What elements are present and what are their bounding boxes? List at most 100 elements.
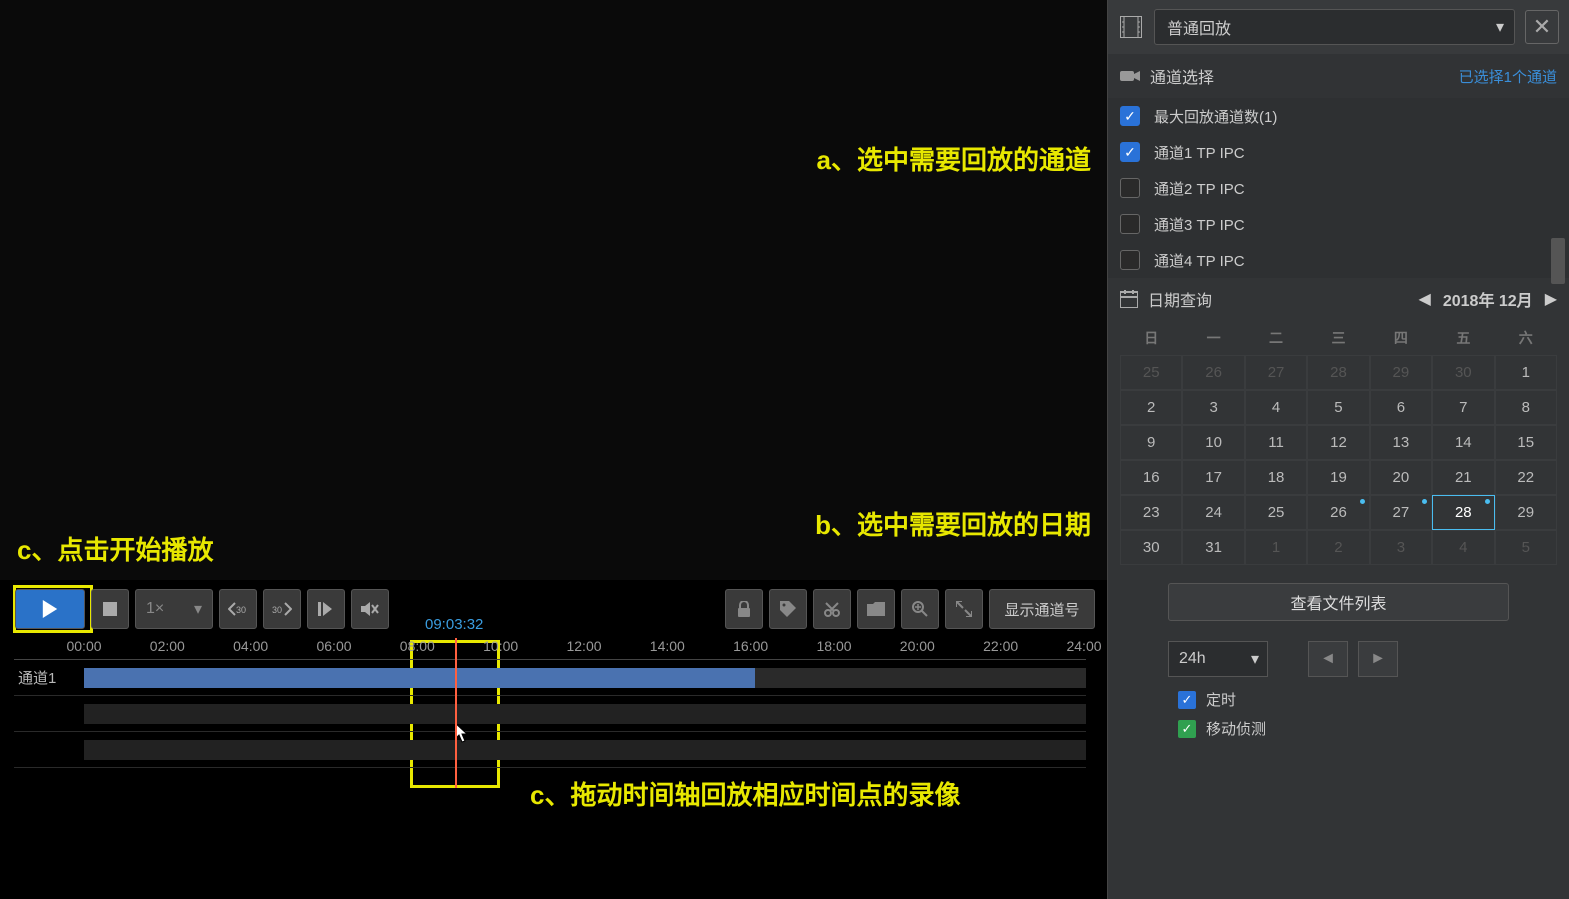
fwd30-button[interactable]: 30 [263, 589, 301, 629]
step-icon [318, 602, 334, 616]
calendar-day[interactable]: 24 [1182, 495, 1244, 530]
calendar-day[interactable]: 8 [1495, 390, 1557, 425]
calendar-day[interactable]: 21 [1432, 460, 1494, 495]
calendar: 日一二三四五六 25262728293012345678910111213141… [1120, 320, 1557, 565]
calendar-day[interactable]: 30 [1432, 355, 1494, 390]
checkbox[interactable] [1120, 178, 1140, 198]
checkbox[interactable] [1120, 214, 1140, 234]
calendar-day[interactable]: 3 [1182, 390, 1244, 425]
channel-item[interactable]: 通道2 TP IPC [1108, 170, 1569, 206]
folder-icon [867, 602, 885, 616]
range-row: 24h ▾ ◄ ► [1168, 641, 1509, 677]
channel-section-title: 通道选择 [1150, 64, 1214, 88]
calendar-day[interactable]: 10 [1182, 425, 1244, 460]
calendar-day[interactable]: 1 [1495, 355, 1557, 390]
fullscreen-button[interactable] [945, 589, 983, 629]
calendar-day[interactable]: 17 [1182, 460, 1244, 495]
track-body[interactable] [84, 668, 1086, 688]
calendar-day[interactable]: 2 [1120, 390, 1182, 425]
calendar-day[interactable]: 25 [1120, 355, 1182, 390]
channel-item[interactable]: ✓通道1 TP IPC [1108, 134, 1569, 170]
scrollbar-handle[interactable] [1551, 238, 1565, 284]
playhead[interactable]: 09:03:32 [455, 638, 457, 788]
calendar-day[interactable]: 29 [1495, 495, 1557, 530]
calendar-day[interactable]: 5 [1307, 390, 1369, 425]
checkbox-checked[interactable]: ✓ [1120, 106, 1140, 126]
calendar-day[interactable]: 16 [1120, 460, 1182, 495]
filter-timed[interactable]: ✓ 定时 [1178, 689, 1499, 710]
calendar-day[interactable]: 4 [1245, 390, 1307, 425]
calendar-day[interactable]: 18 [1245, 460, 1307, 495]
calendar-day[interactable]: 29 [1370, 355, 1432, 390]
calendar-day[interactable]: 28 [1432, 495, 1494, 530]
calendar-day[interactable]: 26 [1182, 355, 1244, 390]
show-channel-button[interactable]: 显示通道号 [989, 589, 1095, 629]
mute-button[interactable] [351, 589, 389, 629]
calendar-day[interactable]: 7 [1432, 390, 1494, 425]
channel-item[interactable]: 通道4 TP IPC [1108, 242, 1569, 278]
calendar-day[interactable]: 14 [1432, 425, 1494, 460]
calendar-day[interactable]: 15 [1495, 425, 1557, 460]
calendar-day[interactable]: 26 [1307, 495, 1369, 530]
file-list-button[interactable]: 查看文件列表 [1168, 583, 1509, 621]
max-channels-item[interactable]: ✓ 最大回放通道数(1) [1108, 98, 1569, 134]
calendar-day[interactable]: 5 [1495, 530, 1557, 565]
track-row[interactable]: 通道1 [14, 660, 1086, 696]
calendar-day[interactable]: 28 [1307, 355, 1369, 390]
checkbox[interactable]: ✓ [1120, 142, 1140, 162]
time-tick: 06:00 [316, 638, 351, 654]
calendar-day[interactable]: 25 [1245, 495, 1307, 530]
time-ruler: 00:0002:0004:0006:0008:0010:0012:0014:00… [14, 638, 1086, 660]
calendar-day[interactable]: 12 [1307, 425, 1369, 460]
calendar-day[interactable]: 9 [1120, 425, 1182, 460]
recording-dot [1485, 499, 1490, 504]
time-tick: 22:00 [983, 638, 1018, 654]
filter-motion[interactable]: ✓ 移动侦测 [1178, 718, 1499, 739]
lock-button[interactable] [725, 589, 763, 629]
tag-button[interactable] [769, 589, 807, 629]
next-month-button[interactable]: ▶ [1545, 289, 1557, 309]
calendar-day[interactable]: 11 [1245, 425, 1307, 460]
zoom-button[interactable] [901, 589, 939, 629]
calendar-day[interactable]: 3 [1370, 530, 1432, 565]
calendar-day[interactable]: 20 [1370, 460, 1432, 495]
speed-select[interactable]: 1× ▾ [135, 589, 213, 629]
playhead-time: 09:03:32 [425, 616, 483, 633]
time-tick: 16:00 [733, 638, 768, 654]
calendar-day[interactable]: 31 [1182, 530, 1244, 565]
prev-month-button[interactable]: ◀ [1419, 289, 1431, 309]
checkbox[interactable] [1120, 250, 1140, 270]
calendar-day[interactable]: 4 [1432, 530, 1494, 565]
folder-button[interactable] [857, 589, 895, 629]
channel-label: 通道4 TP IPC [1154, 250, 1245, 271]
prev-page-button[interactable]: ◄ [1308, 641, 1348, 677]
channel-item[interactable]: 通道3 TP IPC [1108, 206, 1569, 242]
chevron-down-icon: ▾ [194, 599, 202, 619]
timeline[interactable]: 00:0002:0004:0006:0008:0010:0012:0014:00… [14, 638, 1086, 798]
recorded-segment[interactable] [84, 668, 755, 688]
checkbox-checked[interactable]: ✓ [1178, 720, 1196, 738]
step-button[interactable] [307, 589, 345, 629]
zoom-in-icon [912, 601, 928, 617]
checkbox-checked[interactable]: ✓ [1178, 691, 1196, 709]
calendar-day[interactable]: 23 [1120, 495, 1182, 530]
calendar-day[interactable]: 6 [1370, 390, 1432, 425]
back30-button[interactable]: 30 [219, 589, 257, 629]
calendar-day[interactable]: 19 [1307, 460, 1369, 495]
dow-cell: 日 [1120, 320, 1182, 355]
next-page-button[interactable]: ► [1358, 641, 1398, 677]
calendar-day[interactable]: 30 [1120, 530, 1182, 565]
calendar-day[interactable]: 1 [1245, 530, 1307, 565]
calendar-day[interactable]: 13 [1370, 425, 1432, 460]
calendar-day[interactable]: 2 [1307, 530, 1369, 565]
clip-button[interactable] [813, 589, 851, 629]
stop-button[interactable] [91, 589, 129, 629]
calendar-day[interactable]: 27 [1370, 495, 1432, 530]
date-section-header: 日期查询 ◀ 2018年 12月 ▶ [1108, 278, 1569, 320]
playback-mode-select[interactable]: 普通回放 ▾ [1154, 9, 1515, 45]
calendar-day[interactable]: 22 [1495, 460, 1557, 495]
calendar-day[interactable]: 27 [1245, 355, 1307, 390]
close-button[interactable]: ✕ [1525, 10, 1559, 44]
play-button[interactable] [15, 589, 85, 629]
range-select[interactable]: 24h ▾ [1168, 641, 1268, 677]
